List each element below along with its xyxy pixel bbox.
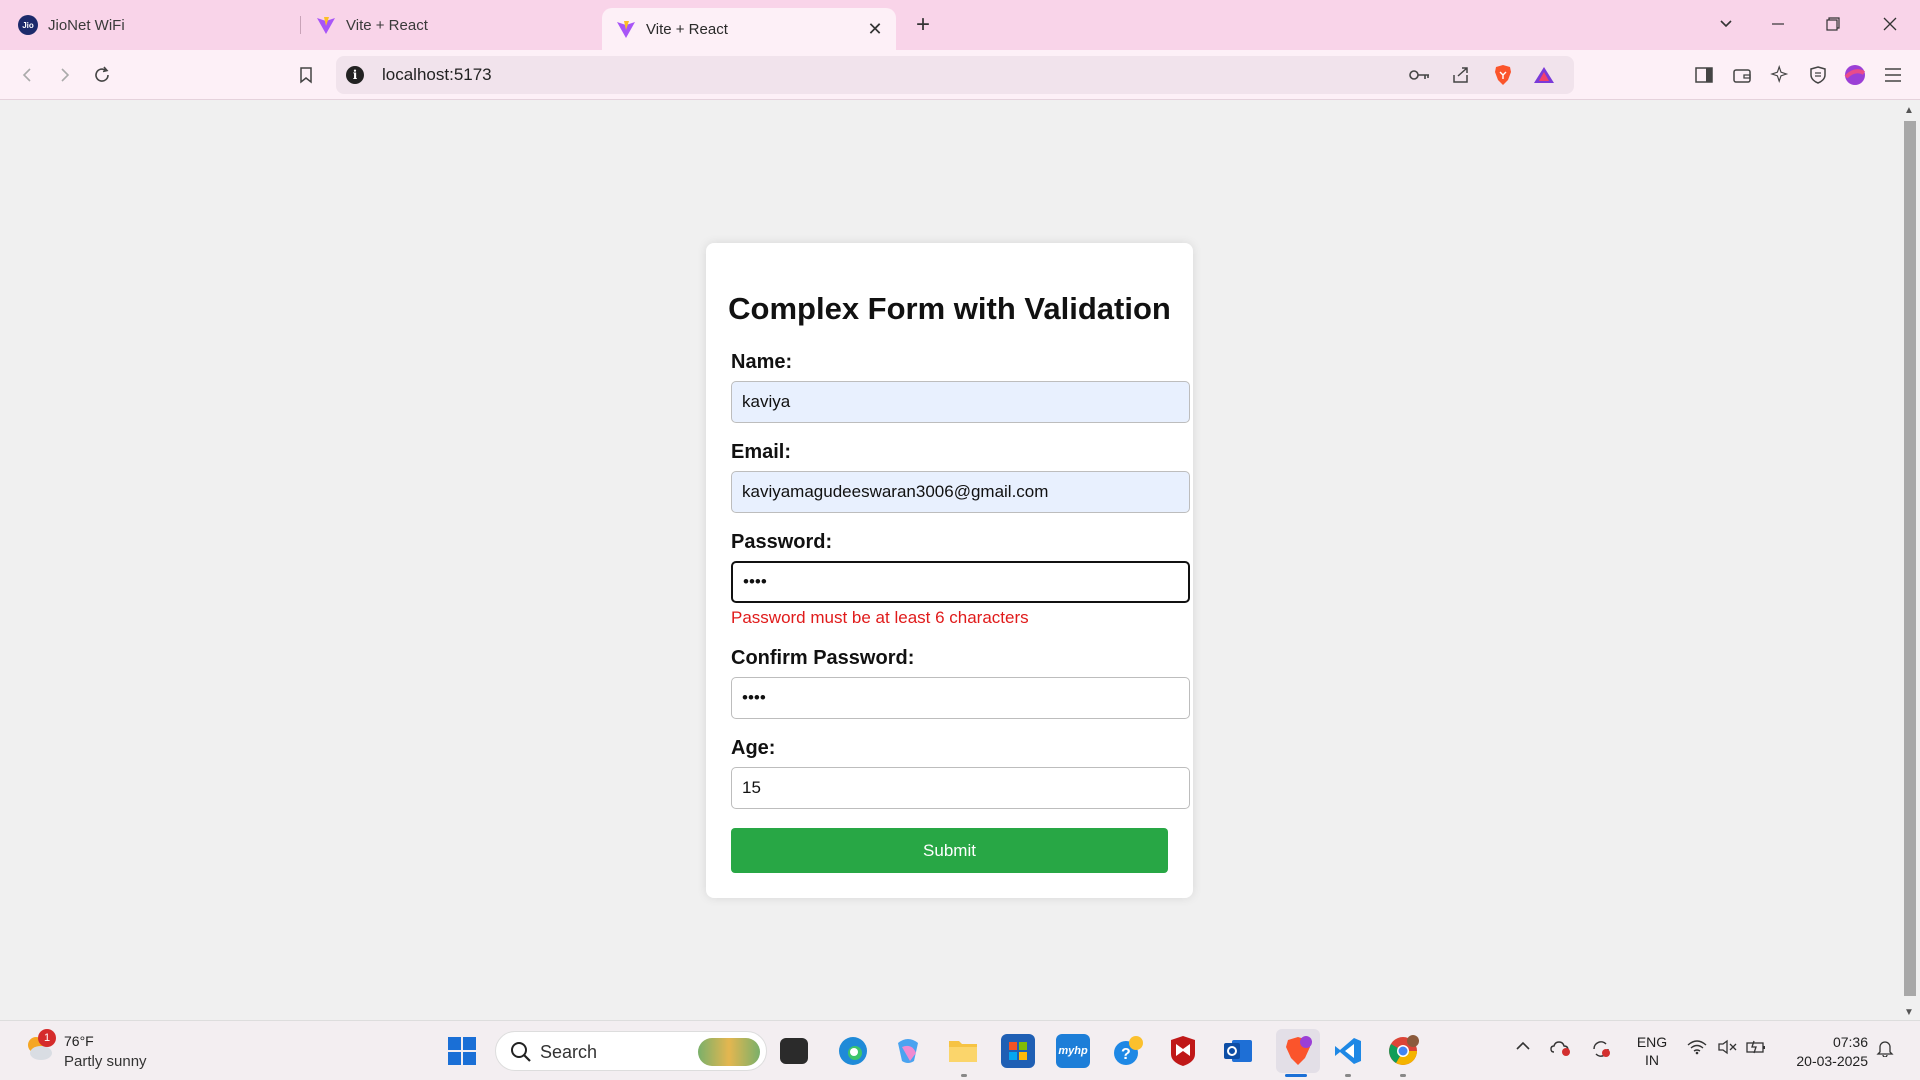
vscode-icon[interactable] [1331, 1034, 1365, 1068]
profile-avatar-icon[interactable] [1843, 63, 1867, 87]
tab-separator [300, 16, 301, 34]
language-indicator[interactable]: ENG IN [1634, 1033, 1670, 1069]
email-label: Email: [731, 441, 792, 463]
file-explorer-running-indicator [961, 1074, 967, 1077]
file-explorer-icon[interactable] [946, 1034, 980, 1068]
weather-description[interactable]: Partly sunny [64, 1053, 147, 1070]
bookmark-icon[interactable] [294, 63, 318, 87]
clock-date: 20-03-2025 [1796, 1053, 1868, 1069]
task-view-icon[interactable] [780, 1038, 808, 1064]
confirm-password-label: Confirm Password: [731, 647, 915, 669]
copilot-icon[interactable] [891, 1034, 925, 1068]
vite-icon [616, 19, 636, 39]
brave-active-indicator [1285, 1074, 1307, 1077]
scroll-thumb[interactable] [1904, 121, 1916, 996]
battery-charging-icon[interactable] [1746, 1039, 1768, 1060]
notification-bell-icon[interactable] [1876, 1039, 1894, 1062]
restore-icon[interactable] [1818, 10, 1848, 40]
speaker-muted-icon[interactable] [1717, 1039, 1737, 1060]
edge-icon[interactable] [836, 1034, 870, 1068]
language-code: ENG [1636, 1034, 1668, 1050]
address-bar[interactable]: i localhost:5173 [336, 56, 1574, 94]
email-input[interactable] [731, 471, 1190, 513]
windows-start-icon[interactable] [448, 1037, 476, 1065]
tab-search-chevron-icon[interactable] [1711, 10, 1741, 40]
brave-shields-icon[interactable] [1491, 63, 1515, 87]
tab-vite-react-active[interactable]: Vite + React ✕ [602, 8, 896, 50]
system-clock[interactable]: 07:36 20-03-2025 [1780, 1033, 1868, 1071]
brave-taskbar-icon[interactable] [1276, 1029, 1320, 1073]
search-highlight-image [698, 1038, 760, 1066]
submit-button[interactable]: Submit [731, 828, 1168, 873]
new-tab-icon[interactable]: + [910, 12, 936, 38]
password-error-message: Password must be at least 6 characters [731, 608, 1029, 627]
close-tab-icon[interactable]: ✕ [864, 18, 886, 40]
age-label: Age: [731, 737, 776, 759]
outlook-icon[interactable] [1221, 1034, 1255, 1068]
name-input[interactable] [731, 381, 1190, 423]
scroll-down-icon[interactable]: ▼ [1904, 1007, 1914, 1018]
tab-strip: Jio JioNet WiFi Vite + React Vite + Reac… [0, 0, 1920, 50]
weather-alert-badge: 1 [38, 1029, 56, 1047]
form-title: Complex Form with Validation [728, 291, 1171, 326]
region-code: IN [1645, 1052, 1659, 1068]
brave-rewards-icon[interactable] [1532, 63, 1556, 87]
key-icon[interactable] [1408, 63, 1432, 87]
url-text: localhost:5173 [382, 65, 492, 84]
taskbar-search[interactable]: Search [495, 1031, 767, 1071]
onedrive-error-icon[interactable] [1550, 1039, 1572, 1062]
myhp-icon[interactable]: myhp [1056, 1034, 1090, 1068]
show-hidden-icons-chevron-icon[interactable] [1515, 1039, 1531, 1058]
reload-icon[interactable] [90, 63, 114, 87]
browser-toolbar: i localhost:5173 [0, 50, 1920, 100]
jio-icon: Jio [18, 15, 38, 35]
password-label: Password: [731, 531, 833, 553]
leo-ai-icon[interactable] [1768, 63, 1792, 87]
wifi-icon[interactable] [1687, 1039, 1707, 1060]
chrome-running-indicator [1400, 1074, 1406, 1077]
clock-time: 07:36 [1832, 1034, 1868, 1050]
chrome-icon[interactable] [1386, 1034, 1420, 1068]
vpn-shield-icon[interactable] [1806, 63, 1830, 87]
wallet-icon[interactable] [1730, 63, 1754, 87]
name-label: Name: [731, 351, 793, 373]
forward-icon[interactable] [52, 63, 76, 87]
get-help-icon[interactable]: ? [1111, 1034, 1145, 1068]
tab-label: Vite + React [346, 16, 428, 34]
sidebar-icon[interactable] [1692, 63, 1716, 87]
tab-jionet[interactable]: Jio JioNet WiFi [18, 0, 298, 50]
page-scrollbar[interactable]: ▲ ▼ [1900, 101, 1920, 1020]
mcafee-icon[interactable] [1166, 1034, 1200, 1068]
form-card: Complex Form with Validation Name: Email… [706, 243, 1193, 898]
search-icon [510, 1041, 532, 1063]
minimize-icon[interactable] [1763, 10, 1793, 40]
microsoft-store-icon[interactable] [1001, 1034, 1035, 1068]
menu-icon[interactable] [1881, 63, 1905, 87]
svg-text:?: ? [1121, 1046, 1131, 1063]
weather-temperature[interactable]: 76°F [64, 1033, 94, 1049]
tab-label: Vite + React [646, 20, 728, 38]
confirm-password-input[interactable] [731, 677, 1190, 719]
age-input[interactable] [731, 767, 1190, 809]
share-icon[interactable] [1449, 63, 1473, 87]
back-icon[interactable] [16, 63, 40, 87]
tab-vite-react[interactable]: Vite + React [316, 0, 596, 50]
search-placeholder: Search [540, 1042, 598, 1062]
site-info-icon[interactable]: i [346, 66, 364, 84]
vscode-running-indicator [1345, 1074, 1351, 1077]
windows-taskbar: 1 76°F Partly sunny Search myhp ? ENG IN… [0, 1020, 1920, 1080]
sync-error-icon[interactable] [1590, 1039, 1612, 1064]
tab-label: JioNet WiFi [48, 16, 125, 34]
vite-icon [316, 15, 336, 35]
password-input[interactable] [731, 561, 1190, 603]
close-window-icon[interactable] [1875, 10, 1905, 40]
scroll-up-icon[interactable]: ▲ [1904, 105, 1914, 116]
